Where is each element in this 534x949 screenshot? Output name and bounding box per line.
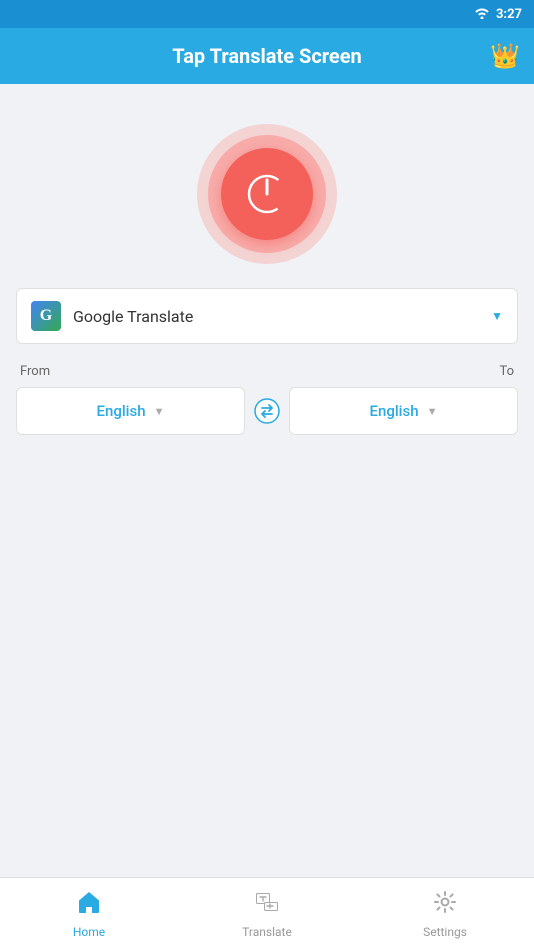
main-content: Google Translate ▼ From To English ▼ (0, 84, 534, 435)
google-translate-icon (31, 301, 61, 331)
from-language-text: English (97, 402, 146, 420)
app-title: Tap Translate Screen (172, 44, 361, 68)
to-language-dropdown[interactable]: English ▼ (289, 387, 518, 435)
swap-languages-button[interactable] (245, 389, 289, 433)
translate-icon (254, 889, 280, 921)
power-icon (247, 174, 287, 214)
wifi-icon (474, 5, 490, 23)
translator-selector[interactable]: Google Translate ▼ (16, 288, 518, 344)
from-language-arrow: ▼ (154, 405, 165, 418)
language-labels: From To (16, 364, 518, 379)
to-language-text: English (370, 402, 419, 420)
bottom-navigation: Home Translate Settings (0, 877, 534, 949)
from-language-dropdown[interactable]: English ▼ (16, 387, 245, 435)
status-bar: 3:27 (0, 0, 534, 28)
to-language-arrow: ▼ (427, 405, 438, 418)
app-header: Tap Translate Screen 👑 (0, 28, 534, 84)
translator-dropdown-arrow: ▼ (491, 309, 503, 323)
swap-languages-icon (254, 398, 280, 424)
nav-item-settings[interactable]: Settings (356, 878, 534, 949)
language-selectors: English ▼ English ▼ (16, 387, 518, 435)
status-time: 3:27 (496, 7, 522, 22)
crown-icon[interactable]: 👑 (490, 42, 520, 70)
language-section: From To English ▼ English ▼ (16, 364, 518, 435)
to-label: To (499, 364, 514, 379)
from-label: From (20, 364, 50, 379)
nav-item-translate[interactable]: Translate (178, 878, 356, 949)
home-nav-label: Home (73, 925, 105, 939)
nav-item-home[interactable]: Home (0, 878, 178, 949)
power-button-container[interactable] (197, 124, 337, 264)
home-icon (76, 889, 102, 921)
settings-nav-label: Settings (423, 925, 467, 939)
translate-nav-label: Translate (242, 925, 292, 939)
settings-icon (432, 889, 458, 921)
power-button[interactable] (221, 148, 313, 240)
translator-name: Google Translate (73, 307, 491, 326)
